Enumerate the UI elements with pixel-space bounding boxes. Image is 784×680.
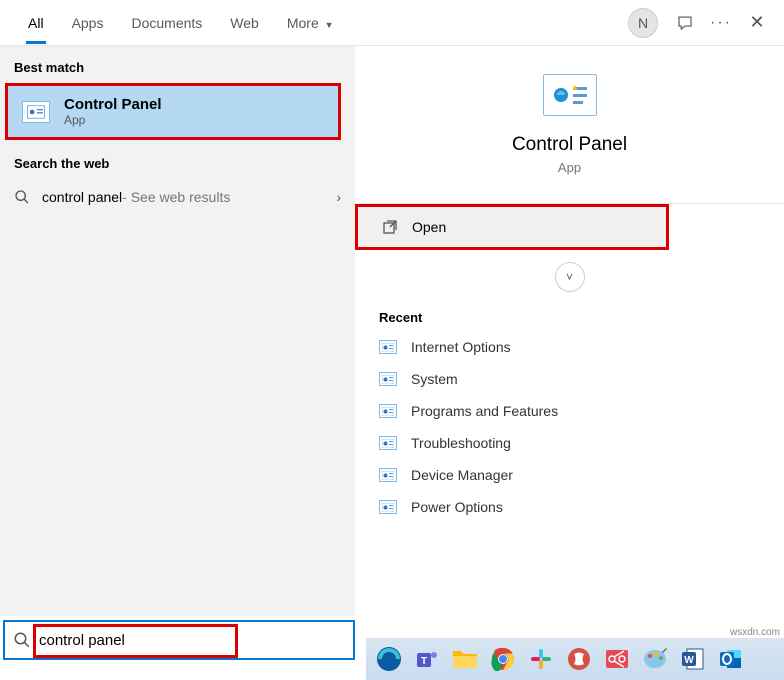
svg-text:W: W (684, 655, 694, 666)
recent-item-programs[interactable]: Programs and Features (355, 395, 784, 427)
web-search-result[interactable]: control panel - See web results › (0, 179, 355, 215)
taskbar-teams-icon[interactable]: T (410, 642, 444, 676)
control-panel-item-icon (379, 372, 397, 386)
tab-web[interactable]: Web (220, 3, 269, 43)
best-match-label: Best match (0, 46, 355, 83)
more-options-icon[interactable]: ··· (712, 14, 730, 32)
tab-more[interactable]: More ▼ (277, 3, 344, 43)
taskbar-slack-icon[interactable] (524, 642, 558, 676)
recent-item-internet-options[interactable]: Internet Options (355, 331, 784, 363)
search-bar[interactable] (3, 620, 355, 660)
recent-item-system[interactable]: System (355, 363, 784, 395)
tab-all[interactable]: All (18, 3, 54, 43)
taskbar-outlook-icon[interactable] (714, 642, 748, 676)
taskbar-app-icon[interactable] (562, 642, 596, 676)
chevron-right-icon: › (336, 189, 341, 205)
web-query-text: control panel (42, 189, 122, 205)
control-panel-item-icon (379, 340, 397, 354)
open-icon (382, 219, 398, 235)
control-panel-item-icon (379, 500, 397, 514)
taskbar-edge-icon[interactable] (372, 642, 406, 676)
close-icon[interactable]: ✕ (748, 14, 766, 32)
search-input[interactable] (39, 632, 239, 649)
header-actions: N ··· ✕ (628, 8, 784, 38)
tab-documents[interactable]: Documents (121, 3, 212, 43)
preview-pane: Control Panel App Open ˅ Recent Internet… (355, 46, 784, 616)
search-tabs: All Apps Documents Web More ▼ (0, 3, 628, 43)
svg-text:T: T (421, 656, 427, 667)
recent-item-power-options[interactable]: Power Options (355, 491, 784, 523)
hero-subtitle: App (355, 160, 784, 175)
best-match-title: Control Panel (64, 96, 162, 113)
best-match-result[interactable]: Control Panel App (5, 83, 341, 140)
feedback-icon[interactable] (676, 14, 694, 32)
taskbar-snipping-icon[interactable] (600, 642, 634, 676)
recent-label: Recent (355, 300, 784, 331)
control-panel-large-icon (543, 74, 597, 116)
chevron-down-icon: ▼ (325, 20, 334, 30)
open-label: Open (412, 219, 446, 235)
results-pane: Best match Control Panel App Search the … (0, 46, 355, 616)
tab-apps[interactable]: Apps (62, 3, 114, 43)
header-bar: All Apps Documents Web More ▼ N ··· ✕ (0, 0, 784, 46)
control-panel-item-icon (379, 436, 397, 450)
hero-section: Control Panel App (355, 46, 784, 193)
hero-title: Control Panel (355, 134, 784, 156)
search-icon (14, 189, 30, 205)
search-icon (13, 631, 31, 649)
taskbar-word-icon[interactable]: W (676, 642, 710, 676)
taskbar: T W (366, 638, 784, 680)
expand-toggle[interactable]: ˅ (555, 262, 585, 292)
control-panel-item-icon (379, 404, 397, 418)
control-panel-icon (22, 101, 50, 123)
taskbar-explorer-icon[interactable] (448, 642, 482, 676)
best-match-subtitle: App (64, 113, 162, 127)
user-avatar[interactable]: N (628, 8, 658, 38)
taskbar-paint-icon[interactable] (638, 642, 672, 676)
recent-item-device-manager[interactable]: Device Manager (355, 459, 784, 491)
taskbar-chrome-icon[interactable] (486, 642, 520, 676)
control-panel-item-icon (379, 468, 397, 482)
search-web-label: Search the web (0, 142, 355, 179)
watermark: wsxdn.com (730, 627, 780, 638)
open-action[interactable]: Open (355, 204, 669, 250)
web-query-suffix: - See web results (122, 189, 230, 205)
recent-item-troubleshooting[interactable]: Troubleshooting (355, 427, 784, 459)
